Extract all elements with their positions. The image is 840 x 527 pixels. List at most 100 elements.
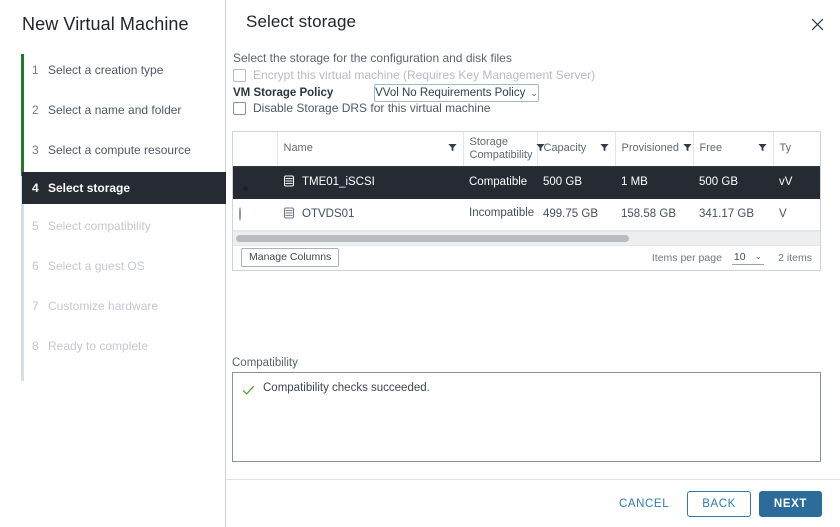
filter-icon[interactable]	[683, 143, 692, 155]
sidebar-step-7[interactable]: 7 Customize hardware	[0, 288, 225, 324]
close-icon[interactable]	[806, 13, 828, 35]
table-row[interactable]: OTVDS01 Incompatible 499.75 GB 158.58 GB…	[233, 198, 820, 230]
check-icon	[242, 384, 255, 400]
scrollbar-thumb[interactable]	[236, 235, 629, 242]
row-grip-cell	[263, 166, 277, 198]
column-label: Ty	[780, 142, 792, 154]
cell-name: TME01_iSCSI	[277, 166, 463, 198]
cell-provisioned: 1 MB	[615, 166, 693, 198]
compatibility-label: Compatibility	[232, 357, 298, 369]
step-number: 4	[32, 181, 48, 195]
column-header-storage-compatibility[interactable]: Storage Compatibility	[463, 132, 537, 166]
step-number: 8	[32, 339, 48, 353]
wizard-content-panel: Select storage Select the storage for th…	[226, 0, 840, 527]
table-header-row: Name Storage Compatibility	[233, 132, 820, 166]
cancel-button[interactable]: CANCEL	[607, 491, 681, 517]
items-per-page-select[interactable]: 10 ⌄	[732, 251, 764, 265]
filter-icon[interactable]	[758, 143, 767, 155]
cell-name: OTVDS01	[277, 198, 463, 230]
panel-description: Select the storage for the configuration…	[233, 51, 512, 65]
vm-storage-policy-row: VM Storage Policy VVol No Requirements P…	[233, 84, 539, 102]
items-per-page-value: 10	[734, 251, 746, 263]
column-header-name[interactable]: Name	[277, 132, 463, 166]
sidebar-step-1[interactable]: 1 Select a creation type	[0, 52, 225, 88]
cell-free: 500 GB	[693, 166, 773, 198]
chevron-down-icon: ⌄	[755, 251, 763, 262]
datastore-table: Name Storage Compatibility	[232, 131, 821, 271]
sidebar-step-6[interactable]: 6 Select a guest OS	[0, 248, 225, 284]
cell-free: 341.17 GB	[693, 198, 773, 230]
row-grip-cell	[263, 198, 277, 230]
step-label: Select a guest OS	[48, 259, 145, 273]
datastore-icon	[283, 207, 295, 222]
manage-columns-button[interactable]: Manage Columns	[241, 248, 339, 267]
vm-storage-policy-select[interactable]: VVol No Requirements Policy ⌄	[374, 84, 539, 102]
step-number: 1	[32, 63, 48, 77]
step-label: Select storage	[48, 181, 130, 195]
sidebar-step-3[interactable]: 3 Select a compute resource	[0, 132, 225, 168]
disable-storage-drs-checkbox-row[interactable]: Disable Storage DRS for this virtual mac…	[233, 101, 490, 115]
datastore-name: OTVDS01	[302, 208, 354, 220]
sidebar-step-5[interactable]: 5 Select compatibility	[0, 208, 225, 244]
column-header-type[interactable]: Ty	[773, 132, 820, 166]
cell-storage-compatibility: Incompatible	[463, 198, 537, 230]
cell-capacity: 500 GB	[537, 166, 615, 198]
vm-storage-policy-label: VM Storage Policy	[233, 87, 374, 99]
sidebar-step-4-select-storage[interactable]: 4 Select storage	[22, 172, 228, 204]
horizontal-scrollbar[interactable]	[233, 231, 820, 245]
step-label: Select a compute resource	[48, 143, 191, 157]
step-label: Customize hardware	[48, 299, 158, 313]
vm-storage-policy-value: VVol No Requirements Policy	[375, 87, 525, 99]
cell-storage-compatibility: Compatible	[463, 166, 537, 198]
step-number: 7	[32, 299, 48, 313]
new-virtual-machine-wizard: New Virtual Machine 1 Select a creation …	[0, 0, 840, 527]
step-label: Select a creation type	[48, 63, 163, 77]
back-button[interactable]: BACK	[687, 491, 751, 517]
item-count: 2 items	[778, 252, 812, 264]
column-header-select	[233, 132, 263, 166]
column-label: Storage Compatibility	[470, 136, 533, 161]
page-title: Select storage	[246, 12, 356, 32]
sidebar-step-8[interactable]: 8 Ready to complete	[0, 328, 225, 364]
filter-icon[interactable]	[600, 143, 609, 155]
compatibility-box: Compatibility checks succeeded.	[232, 372, 821, 462]
disable-storage-drs-label: Disable Storage DRS for this virtual mac…	[253, 101, 490, 115]
datastore-icon	[283, 175, 295, 190]
step-label: Select compatibility	[48, 219, 151, 233]
sidebar-step-2[interactable]: 2 Select a name and folder	[0, 92, 225, 128]
row-select-cell[interactable]	[233, 166, 263, 198]
encrypt-vm-label: Encrypt this virtual machine (Requires K…	[253, 68, 595, 82]
chevron-down-icon: ⌄	[530, 88, 538, 99]
step-number: 3	[32, 143, 48, 157]
column-label: Capacity	[544, 142, 587, 155]
table-row[interactable]: TME01_iSCSI Compatible 500 GB 1 MB 500 G…	[233, 166, 820, 198]
step-number: 2	[32, 103, 48, 117]
cell-type: vV	[773, 166, 820, 198]
wizard-step-list: 1 Select a creation type 2 Select a name…	[0, 52, 225, 364]
column-header-provisioned[interactable]: Provisioned	[615, 132, 693, 166]
row-select-cell[interactable]	[233, 198, 263, 230]
cell-capacity: 499.75 GB	[537, 198, 615, 230]
pagination-controls: Items per page 10 ⌄ 2 items	[652, 251, 812, 265]
column-header-capacity[interactable]: Capacity	[537, 132, 615, 166]
table-footer: Manage Columns Items per page 10 ⌄ 2 ite…	[233, 245, 820, 270]
step-number: 6	[32, 259, 48, 273]
datastore-name: TME01_iSCSI	[302, 176, 375, 188]
row-radio[interactable]	[239, 207, 241, 221]
cell-type: V	[773, 198, 820, 230]
compatibility-message-row: Compatibility checks succeeded.	[233, 373, 820, 400]
next-button[interactable]: NEXT	[759, 491, 822, 517]
wizard-footer: CANCEL BACK NEXT	[226, 479, 840, 527]
wizard-title: New Virtual Machine	[0, 0, 225, 35]
filter-icon[interactable]	[448, 143, 457, 155]
cell-provisioned: 158.58 GB	[615, 198, 693, 230]
column-header-free[interactable]: Free	[693, 132, 773, 166]
step-label: Ready to complete	[48, 339, 148, 353]
column-label: Name	[284, 142, 313, 155]
encrypt-vm-checkbox[interactable]	[233, 69, 246, 82]
step-label: Select a name and folder	[48, 103, 181, 117]
encrypt-vm-checkbox-row[interactable]: Encrypt this virtual machine (Requires K…	[233, 68, 595, 82]
disable-storage-drs-checkbox[interactable]	[233, 102, 246, 115]
column-header-grip	[263, 132, 277, 166]
column-label: Provisioned	[622, 142, 679, 155]
